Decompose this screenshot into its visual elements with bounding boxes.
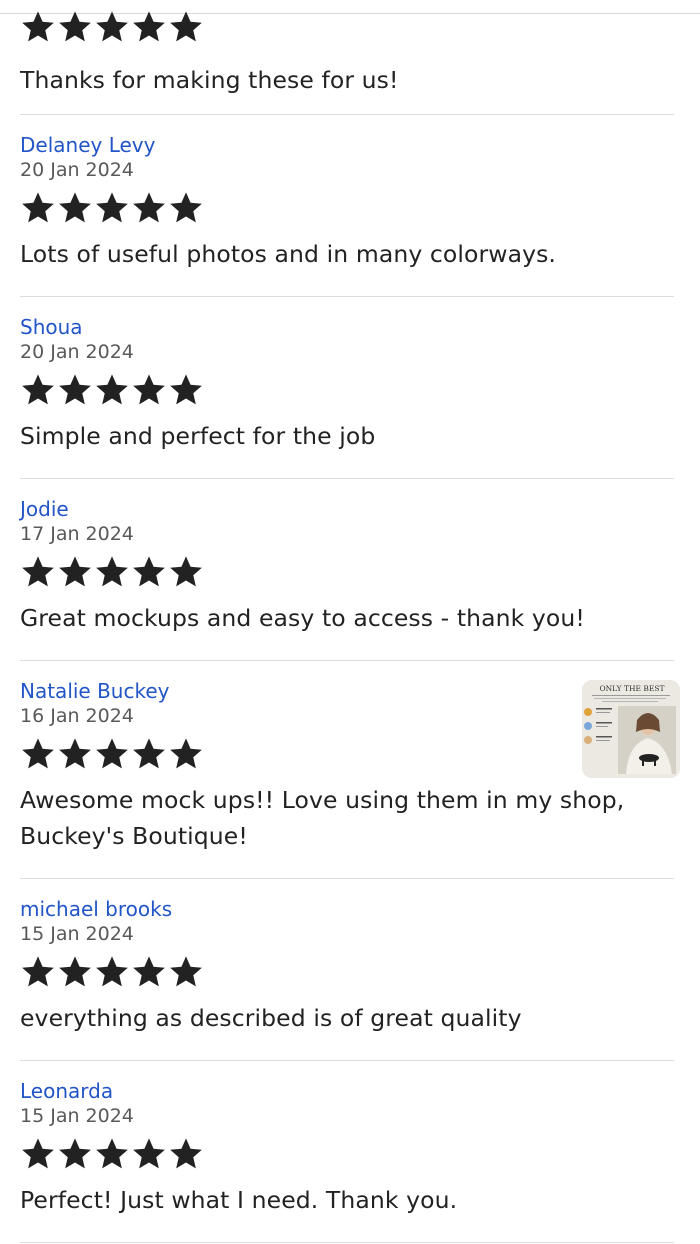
star-icon [168,954,204,990]
star-icon [20,736,56,772]
star-icon [94,954,130,990]
review-date: 15 Jan 2024 [20,1105,134,1127]
star-icon [131,190,167,226]
review-date: 20 Jan 2024 [20,341,134,363]
review-card: michael brooks 15 Jan 2024 everything as… [20,897,675,1036]
star-icon [131,736,167,772]
review-divider [20,878,674,879]
review-divider [20,660,674,661]
star-icon [131,554,167,590]
reviewer-name-link[interactable]: Natalie Buckey [20,679,675,703]
review-text: Lots of useful photos and in many colorw… [20,240,557,268]
review-text: Great mockups and easy to access - thank… [20,604,585,632]
photo-caption: ONLY THE BEST [599,684,664,693]
reviewer-name-link[interactable]: Leonarda [20,1079,675,1103]
review-date: 15 Jan 2024 [20,923,134,945]
review-card: Delaney Levy 20 Jan 2024 Lots of useful … [20,133,675,272]
star-icon [131,372,167,408]
review-text: Awesome mock ups!! Love using them in my… [20,786,625,850]
reviewer-name-link[interactable]: michael brooks [20,897,675,921]
reviewer-name-link[interactable]: Jodie [20,497,675,521]
star-icon [57,736,93,772]
star-icon [94,190,130,226]
star-icon [168,190,204,226]
star-icon [20,554,56,590]
star-icon [131,9,167,45]
review-divider [20,296,674,297]
star-icon [94,372,130,408]
star-icon [168,736,204,772]
star-rating [20,954,675,990]
star-icon [94,554,130,590]
star-icon [57,190,93,226]
review-divider [20,1242,674,1243]
star-icon [57,554,93,590]
star-icon [168,554,204,590]
review-divider [20,1060,674,1061]
star-icon [20,954,56,990]
star-icon [57,1136,93,1172]
review-photo-image: ONLY THE BEST [582,680,680,778]
review-divider [20,478,674,479]
star-rating [20,1136,675,1172]
star-icon [94,9,130,45]
review-date: 20 Jan 2024 [20,159,134,181]
review-card: Jodie 17 Jan 2024 Great mockups and easy… [20,497,675,636]
star-icon [20,190,56,226]
star-icon [94,736,130,772]
review-date: 16 Jan 2024 [20,705,134,727]
star-rating [20,372,675,408]
star-icon [20,9,56,45]
star-icon [57,9,93,45]
star-icon [20,372,56,408]
star-icon [20,1136,56,1172]
review-text: Simple and perfect for the job [20,422,376,450]
review-text: Perfect! Just what I need. Thank you. [20,1186,458,1214]
star-rating [20,7,675,47]
star-icon [168,9,204,45]
reviewer-name-link[interactable]: Delaney Levy [20,133,675,157]
review-photo-thumbnail[interactable]: ONLY THE BEST [582,680,680,778]
review-card: Shoua 20 Jan 2024 Simple and perfect for… [20,315,675,454]
star-icon [131,954,167,990]
star-icon [131,1136,167,1172]
review-date: 17 Jan 2024 [20,523,134,545]
star-icon [57,954,93,990]
star-icon [94,1136,130,1172]
review-card: Thanks for making these for us! [20,7,675,98]
reviewer-name-link[interactable]: Shoua [20,315,675,339]
star-rating [20,554,675,590]
star-rating [20,190,675,226]
review-card: Natalie Buckey 16 Jan 2024 Awesome mock … [20,679,675,854]
review-divider [20,114,674,115]
review-card: Leonarda 15 Jan 2024 Perfect! Just what … [20,1079,675,1218]
review-text: Thanks for making these for us! [20,66,399,94]
star-icon [57,372,93,408]
review-text: everything as described is of great qual… [20,1004,522,1032]
star-icon [168,372,204,408]
star-icon [168,1136,204,1172]
star-rating [20,736,675,772]
